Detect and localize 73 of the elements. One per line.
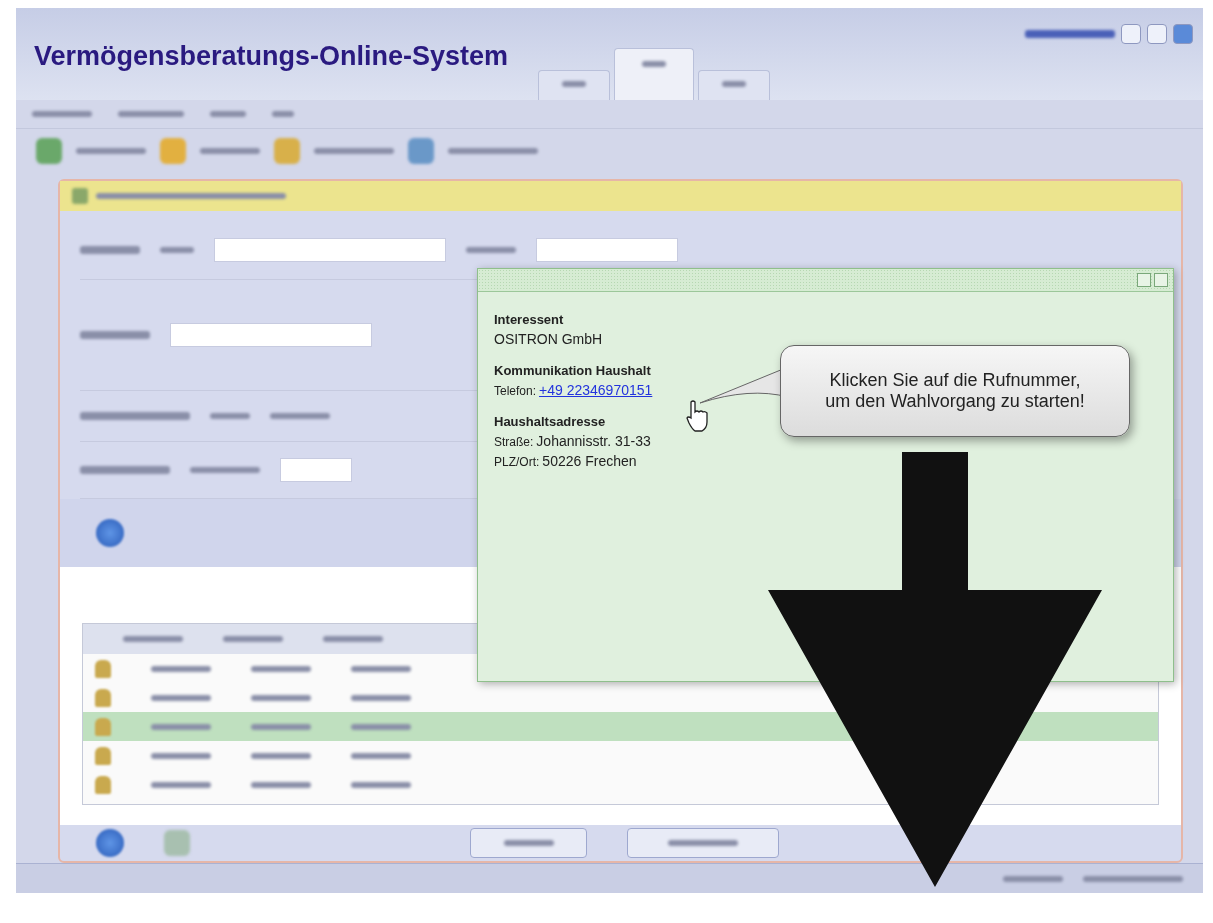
blurred-text [151, 723, 211, 730]
minimize-icon[interactable] [1121, 24, 1141, 44]
blurred-text [270, 413, 330, 419]
blurred-text [151, 665, 211, 672]
blurred-text [1003, 875, 1063, 882]
tab[interactable] [698, 70, 771, 100]
open-button[interactable] [470, 828, 587, 858]
tab[interactable] [614, 48, 695, 100]
window-title: Vermögensberatungs-Online-System [34, 41, 509, 72]
input-field[interactable] [536, 238, 678, 262]
hand-cursor-icon [686, 400, 708, 432]
blurred-text [160, 247, 194, 253]
section-heading: Kommunikation Haushalt [494, 363, 652, 378]
blurred-text [272, 111, 294, 117]
blurred-text [251, 665, 311, 672]
blurred-text [323, 636, 383, 642]
person-icon [95, 746, 111, 765]
section-heading: Interessent [494, 312, 565, 327]
down-arrow-icon [768, 452, 1102, 887]
minimize-icon[interactable] [1137, 273, 1151, 287]
close-icon[interactable] [1173, 24, 1193, 44]
blurred-text [151, 694, 211, 701]
blurred-text [80, 331, 150, 339]
blurred-text [76, 148, 146, 154]
blurred-text [210, 413, 250, 419]
blurred-text [251, 723, 311, 730]
blurred-text [351, 723, 411, 730]
input-field[interactable] [214, 238, 446, 262]
person-icon [95, 717, 111, 736]
maximize-icon[interactable] [1147, 24, 1167, 44]
blurred-text [210, 111, 246, 117]
circle-icon[interactable] [96, 829, 124, 857]
blurred-text [200, 148, 260, 154]
blurred-text [72, 188, 88, 204]
blurred-text [466, 247, 516, 253]
input-field[interactable] [170, 323, 372, 347]
create-button[interactable] [627, 828, 779, 858]
close-icon[interactable] [1154, 273, 1168, 287]
blurred-text [80, 246, 140, 254]
blurred-text [722, 81, 747, 87]
blurred-text [190, 467, 260, 473]
input-field[interactable] [280, 458, 352, 482]
phone-link[interactable]: +49 22346970151 [539, 382, 653, 398]
blurred-text [251, 694, 311, 701]
blurred-text [123, 636, 183, 642]
blurred-text [351, 665, 411, 672]
blurred-text [642, 61, 667, 67]
blurred-text [223, 636, 283, 642]
tab[interactable] [538, 70, 611, 100]
blurred-text [351, 752, 411, 759]
blurred-text [32, 111, 92, 117]
circle-icon[interactable] [96, 519, 124, 547]
field-value: OSITRON GmbH [494, 331, 603, 347]
section-heading: Haushaltsadresse [494, 414, 607, 429]
blurred-text [151, 781, 211, 788]
blurred-text [562, 81, 587, 87]
person-icon [95, 688, 111, 707]
field-label: Telefon: [494, 384, 537, 398]
blurred-text [351, 781, 411, 788]
blurred-text [251, 781, 311, 788]
field-label: Straße: [494, 435, 534, 449]
blurred-text [251, 752, 311, 759]
blurred-text [351, 694, 411, 701]
person-icon [95, 659, 111, 678]
callout-bubble: Klicken Sie auf die Rufnummer, um den Wahlvorgang zu starten! [780, 345, 1130, 437]
field-label: PLZ/Ort: [494, 455, 540, 469]
blurred-text [118, 111, 184, 117]
blurred-text [151, 752, 211, 759]
person-icon [95, 775, 111, 794]
field-value: 50226 Frechen [542, 453, 637, 469]
field-value: Johannisstr. 31-33 [536, 433, 651, 449]
blurred-text [503, 840, 554, 846]
blurred-text [668, 840, 738, 846]
